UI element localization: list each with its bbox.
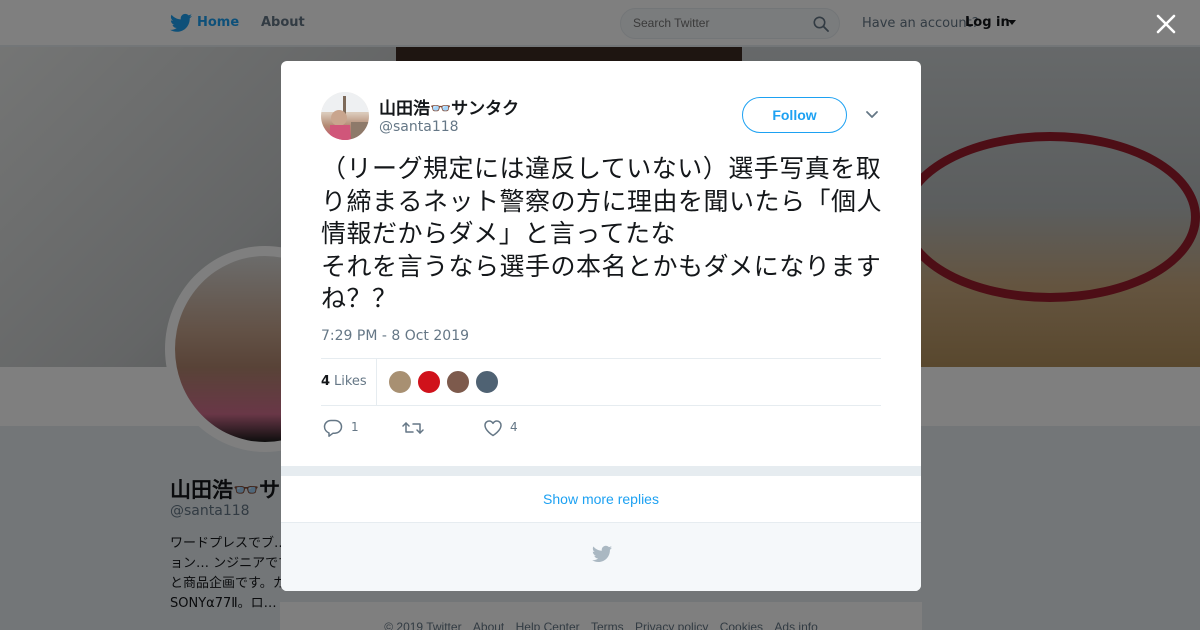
tweet-text: （リーグ規定には違反していない）選手写真を取り締まるネット警察の方に理由を聞いた… <box>321 154 883 313</box>
retweet-icon[interactable] <box>402 419 424 437</box>
heart-icon[interactable] <box>483 419 503 437</box>
divider <box>321 405 881 406</box>
liker-avatar[interactable] <box>475 370 499 394</box>
reply-icon[interactable] <box>323 419 343 437</box>
liker-avatar[interactable] <box>446 370 470 394</box>
divider <box>321 358 881 359</box>
reply-count: 1 <box>351 420 359 434</box>
chevron-down-icon[interactable] <box>865 109 879 119</box>
divider <box>376 359 377 405</box>
close-icon[interactable] <box>1154 12 1178 36</box>
modal-footer <box>281 522 921 591</box>
likes-count[interactable]: 4 <box>321 374 330 389</box>
liker-avatar[interactable] <box>417 370 441 394</box>
show-more-replies-link[interactable]: Show more replies <box>281 477 921 522</box>
liker-avatar[interactable] <box>388 370 412 394</box>
like-count: 4 <box>510 420 518 434</box>
tweet-modal: 山田浩👓サンタク @santa118 Follow （リーグ規定には違反していな… <box>281 61 921 591</box>
divider <box>281 466 921 476</box>
tweet-timestamp[interactable]: 7:29 PM - 8 Oct 2019 <box>321 328 469 344</box>
tweet-author-name[interactable]: 山田浩👓サンタク <box>379 94 519 119</box>
avatar[interactable] <box>321 92 369 140</box>
tweet-author-handle[interactable]: @santa118 <box>379 119 459 135</box>
twitter-bird-icon <box>592 545 612 562</box>
follow-button[interactable]: Follow <box>742 97 847 133</box>
likes-label[interactable]: Likes <box>334 374 367 389</box>
avatar-image <box>321 92 369 140</box>
